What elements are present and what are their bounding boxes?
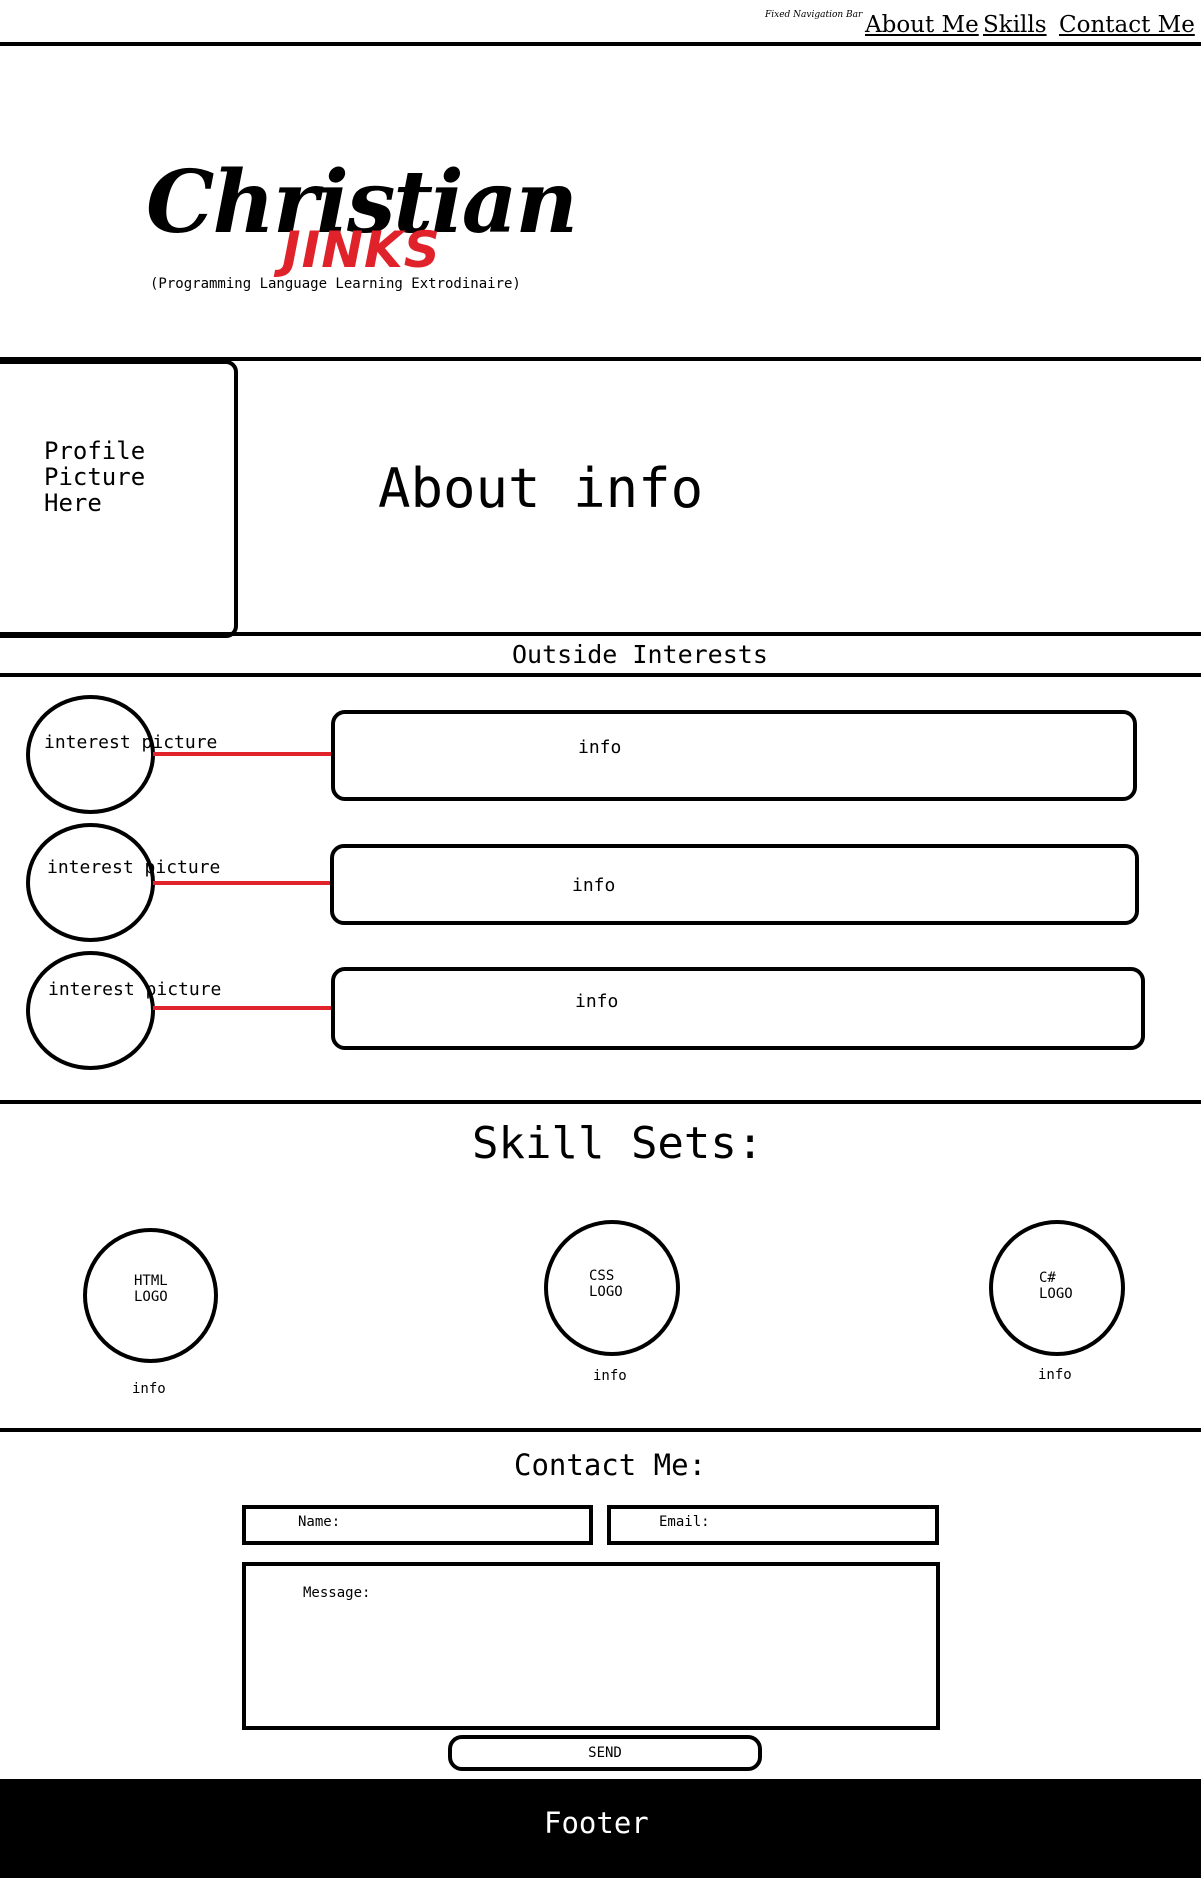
skills-divider — [0, 1428, 1201, 1432]
nav-link-contact-me[interactable]: Contact Me — [1059, 12, 1195, 38]
csharp-logo: C# LOGO — [1039, 1270, 1073, 1302]
interest-connector — [153, 1006, 333, 1010]
css-skill-info: info — [593, 1368, 627, 1384]
email-field-label: Email: — [659, 1514, 710, 1530]
html-skill-info: info — [132, 1381, 166, 1397]
footer-text: Footer — [544, 1806, 649, 1840]
nav-link-about-me[interactable]: About Me — [865, 12, 979, 38]
interests-title-divider — [0, 673, 1201, 677]
interest-picture-circle — [26, 951, 155, 1070]
interest-info: info — [572, 875, 616, 896]
css-logo: CSS LOGO — [589, 1268, 623, 1300]
profile-picture-placeholder: Profile Picture Here — [44, 437, 146, 517]
email-field[interactable] — [607, 1505, 939, 1545]
interest-info-box — [331, 967, 1145, 1050]
contact-me-title: Contact Me: — [514, 1448, 707, 1482]
interest-picture-label: interest picture — [44, 732, 218, 753]
name-field-label: Name: — [298, 1514, 341, 1530]
message-field-label: Message: — [303, 1585, 371, 1601]
interest-picture-circle — [26, 695, 155, 814]
name-field[interactable] — [242, 1505, 593, 1545]
html-logo: HTML LOGO — [134, 1273, 168, 1305]
nav-link-skills[interactable]: Skills — [983, 12, 1047, 38]
interest-info-box — [331, 710, 1137, 801]
tagline: (Programming Language Learning Extrodina… — [150, 276, 521, 292]
interest-info-box — [330, 844, 1139, 925]
send-button-label: SEND — [588, 1745, 622, 1761]
interest-picture-circle — [26, 823, 155, 942]
interest-info: info — [575, 991, 619, 1012]
interest-info: info — [578, 737, 622, 758]
about-divider — [0, 632, 1201, 636]
logo-jinks: JINKS — [282, 221, 441, 279]
interest-picture-label: interest picture — [48, 979, 222, 1000]
nav-note: Fixed Navigation Bar — [765, 10, 863, 20]
outside-interests-title: Outside Interests — [512, 640, 768, 669]
interest-connector — [153, 752, 333, 756]
csharp-skill-info: info — [1038, 1367, 1072, 1383]
interest-picture-label: interest picture — [47, 857, 221, 878]
about-info: About info — [378, 457, 704, 520]
interest-connector — [153, 881, 333, 885]
nav-divider — [0, 42, 1201, 46]
skill-sets-title: Skill Sets: — [472, 1118, 764, 1169]
interests-divider — [0, 1100, 1201, 1104]
send-button[interactable]: SEND — [448, 1735, 762, 1771]
